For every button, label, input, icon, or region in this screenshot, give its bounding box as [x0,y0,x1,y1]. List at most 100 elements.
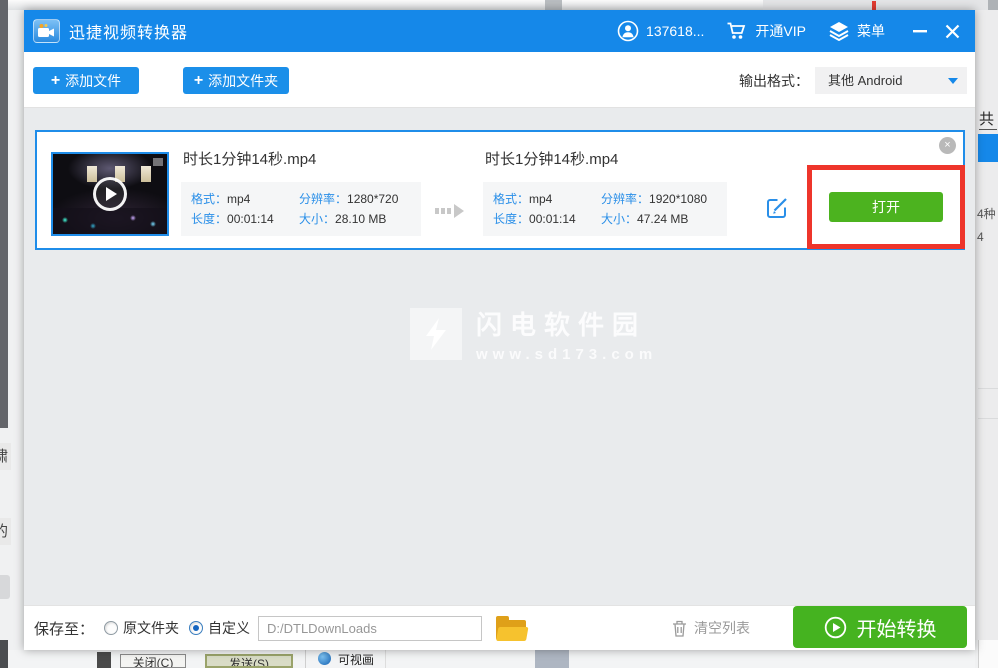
lightning-icon [410,308,462,360]
close-icon [945,24,959,38]
start-convert-label: 开始转换 [856,618,937,641]
menu-button[interactable]: 菜单 [828,21,885,41]
browse-folder-icon[interactable] [496,615,529,641]
play-icon[interactable] [93,177,127,211]
screen: 啸 的 共 4种 4 关闭(C) 发送(S) 可视画 迅捷视频转换器 13761… [0,0,998,668]
radio-custom-folder[interactable]: 自定义 [189,618,250,638]
radio-original-folder[interactable]: 原文件夹 [104,618,179,638]
edit-pencil-icon [767,198,787,218]
divider [305,650,306,668]
background-right-text: 4 [977,230,984,244]
file-list-area: 闪电软件园 www.sd173.com 时长1分钟14秒.mp4 格式：mp4 … [24,108,975,605]
background-left-edge-bottom [0,640,8,668]
target-resolution: 分辨率：1920*1080 [601,192,708,206]
source-duration: 长度：00:01:14 [191,212,274,226]
chevron-down-icon [948,78,958,84]
add-file-label: 添加文件 [65,72,122,89]
convert-arrow-icon [435,204,464,218]
video-thumbnail[interactable] [51,152,169,236]
radio-original-label: 原文件夹 [123,620,180,636]
app-logo-icon [33,19,60,43]
open-vip-button[interactable]: 开通VIP [726,21,806,41]
background-strip-segment [545,0,562,10]
background-right-box [978,640,998,668]
thumbnail-detail [53,208,167,234]
open-output-button[interactable]: 打开 [829,192,943,222]
clear-list-button[interactable]: 清空列表 [672,618,750,638]
radio-checked-icon[interactable] [189,621,204,635]
background-taskbar-text: 可视画 [338,653,375,667]
background-bottom-strip: 关闭(C) 发送(S) 可视画 [8,650,975,668]
target-format: 格式：mp4 [493,192,553,206]
background-left-text: 啸 [0,443,11,470]
background-left-edge [0,0,8,428]
cart-icon [727,22,746,39]
file-row[interactable]: 时长1分钟14秒.mp4 格式：mp4 分辨率：1280*720 长度：00:0… [35,130,965,250]
background-send-button: 发送(S) [205,654,293,668]
save-to-label: 保存至： [34,620,95,638]
background-divider [978,418,998,419]
plus-icon: + [193,71,204,89]
user-icon [617,20,639,42]
background-right-link: 共 [979,108,997,130]
close-button[interactable] [939,18,965,44]
add-folder-label: 添加文件夹 [208,72,279,89]
vip-label: 开通VIP [755,23,806,39]
background-left-text: 的 [0,518,11,545]
source-format: 格式：mp4 [191,192,251,206]
output-format-dropdown[interactable]: 其他 Android [815,67,967,94]
target-size: 大小：47.24 MB [601,212,689,226]
start-convert-button[interactable]: 开始转换 [793,606,967,648]
target-duration: 长度：00:01:14 [493,212,576,226]
background-dark-box [97,652,111,668]
minimize-button[interactable] [907,18,933,44]
thumbnail-detail [87,166,97,182]
source-size: 大小：28.10 MB [299,212,387,226]
background-strip-shade [763,0,998,10]
titlebar-right: 137618... 开通VIP 菜单 [617,18,975,44]
thumbnail-detail [141,166,151,182]
background-right-text: 4种 [977,207,996,221]
trash-icon [673,620,686,637]
source-resolution: 分辨率：1280*720 [299,192,399,206]
menu-layers-icon [829,22,849,41]
plus-icon: + [50,71,61,89]
background-grey-box [535,650,569,668]
add-file-button[interactable]: + 添加文件 [33,67,139,94]
app-window: 迅捷视频转换器 137618... 开通VIP 菜单 + 添加文件 + 添加文件… [24,10,975,650]
background-strip-end [988,0,998,10]
background-close-button: 关闭(C) [120,654,186,668]
user-account-button[interactable]: 137618... [617,20,704,42]
target-info-box: 格式：mp4 分辨率：1920*1080 长度：00:01:14 大小：47.2… [483,182,727,236]
menu-label: 菜单 [857,23,885,39]
background-divider [978,388,998,389]
minimize-icon [913,30,927,33]
background-red-tick [872,1,876,10]
source-filename: 时长1分钟14秒.mp4 [183,151,317,168]
clear-list-label: 清空列表 [694,620,750,636]
add-folder-button[interactable]: + 添加文件夹 [183,67,289,94]
background-left-icon [0,575,10,599]
app-title: 迅捷视频转换器 [69,25,189,42]
annotation-red-rectangle: 打开 [807,165,965,249]
watermark-text: 闪电软件园 www.sd173.com [476,305,657,363]
radio-icon[interactable] [104,621,119,635]
watermark: 闪电软件园 www.sd173.com [410,305,657,363]
remove-file-icon[interactable]: × [939,137,956,154]
edit-settings-button[interactable] [765,196,789,220]
watermark-url: www.sd173.com [476,346,658,363]
radio-custom-label: 自定义 [208,620,251,636]
user-id-label: 137618... [646,23,705,39]
play-circle-icon [824,616,846,638]
output-format-group: 输出格式： 其他 Android [739,67,967,94]
background-right-column [975,10,998,640]
output-format-label: 输出格式： [739,72,809,89]
source-info-box: 格式：mp4 分辨率：1280*720 长度：00:01:14 大小：28.10… [181,182,421,236]
background-right-blue-button [978,134,998,162]
target-filename: 时长1分钟14秒.mp4 [485,151,619,168]
watermark-title: 闪电软件园 [476,310,647,340]
titlebar: 迅捷视频转换器 137618... 开通VIP 菜单 [24,10,975,52]
thumbnail-logo [153,158,163,166]
output-path-input[interactable] [258,615,483,641]
toolbar: + 添加文件 + 添加文件夹 输出格式： 其他 Android [24,52,975,108]
